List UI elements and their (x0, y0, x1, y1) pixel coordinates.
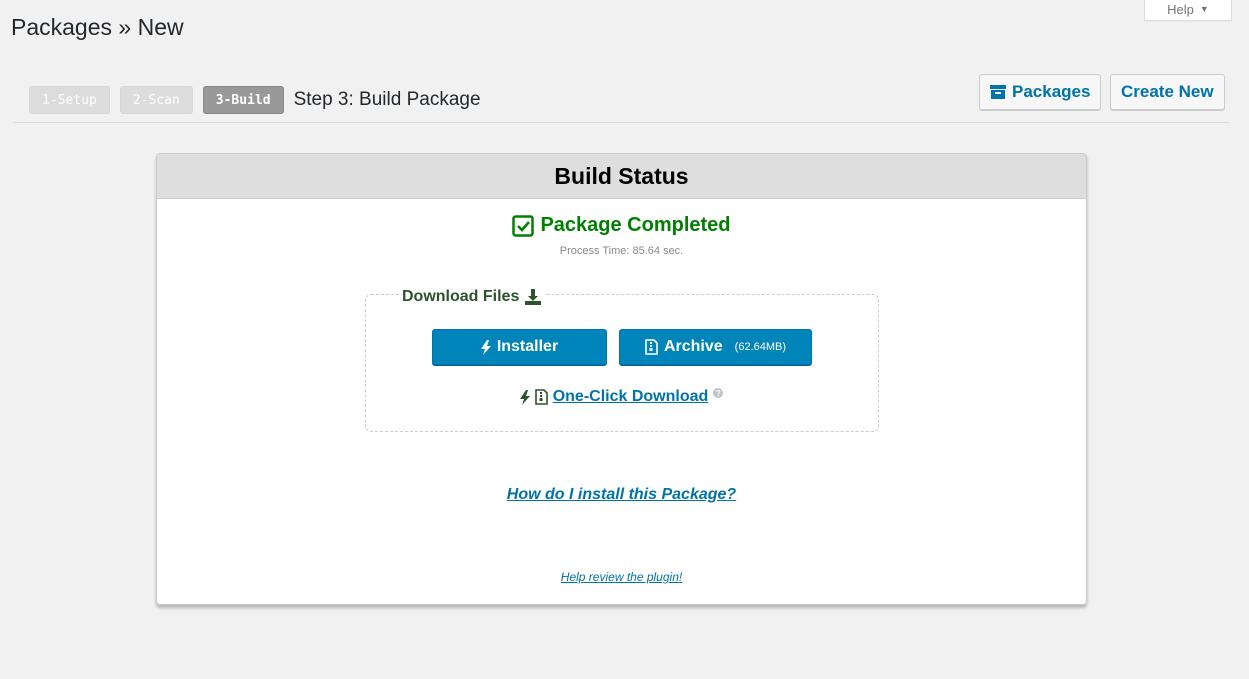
create-new-label: Create New (1121, 82, 1214, 101)
one-click-download-link[interactable]: One-Click Download (553, 388, 709, 406)
bolt-icon (480, 339, 491, 355)
caret-down-icon: ▼ (1199, 4, 1209, 14)
archive-size: (62.64MB) (734, 341, 787, 353)
download-files-title: Download Files (402, 288, 547, 306)
check-square-icon (512, 214, 535, 237)
archive-box-icon (990, 85, 1006, 99)
create-new-button[interactable]: Create New (1110, 74, 1225, 110)
process-time-value: 85.64 sec. (632, 245, 684, 257)
file-zip-icon (645, 339, 658, 355)
installer-button[interactable]: Installer (432, 329, 607, 365)
step-build: 3-Build (202, 86, 284, 114)
download-title-text: Download Files (402, 288, 520, 305)
how-install-link[interactable]: How do I install this Package? (507, 486, 736, 503)
process-time: Process Time: 85.64 sec. (157, 245, 1086, 257)
installer-label: Installer (496, 338, 559, 355)
one-click-download: One-Click Download ? (157, 388, 1086, 406)
file-zip-icon (534, 389, 548, 405)
how-install-section: How do I install this Package? (157, 486, 1086, 504)
build-status-panel: Build Status Package Completed Process T… (156, 153, 1087, 605)
status-text: Package Completed (540, 214, 731, 236)
step-setup[interactable]: 1-Setup (29, 86, 110, 114)
help-label: Help (1167, 1, 1194, 17)
packages-label: Packages (1012, 82, 1091, 101)
help-circle-icon[interactable]: ? (713, 388, 724, 398)
status-completed: Package Completed (157, 214, 1086, 237)
review-plugin-link[interactable]: Help review the plugin! (561, 570, 682, 584)
download-icon (524, 288, 542, 306)
page-title: Packages » New (11, 14, 184, 40)
archive-label: Archive (663, 338, 723, 355)
help-tab-button[interactable]: Help ▼ (1144, 0, 1232, 21)
panel-header: Build Status (157, 154, 1086, 199)
wizard-steps: 1-Setup 2-Scan 3-Build Step 3: Build Pac… (29, 86, 481, 114)
review-section: Help review the plugin! (157, 570, 1086, 584)
step-title: Step 3: Build Package (293, 89, 481, 110)
packages-button[interactable]: Packages (979, 74, 1102, 110)
bolt-icon (519, 389, 530, 405)
archive-button[interactable]: Archive (62.64MB) (619, 329, 812, 365)
process-time-label: Process Time: (559, 245, 630, 257)
step-scan[interactable]: 2-Scan (119, 86, 193, 114)
divider (13, 122, 1229, 123)
